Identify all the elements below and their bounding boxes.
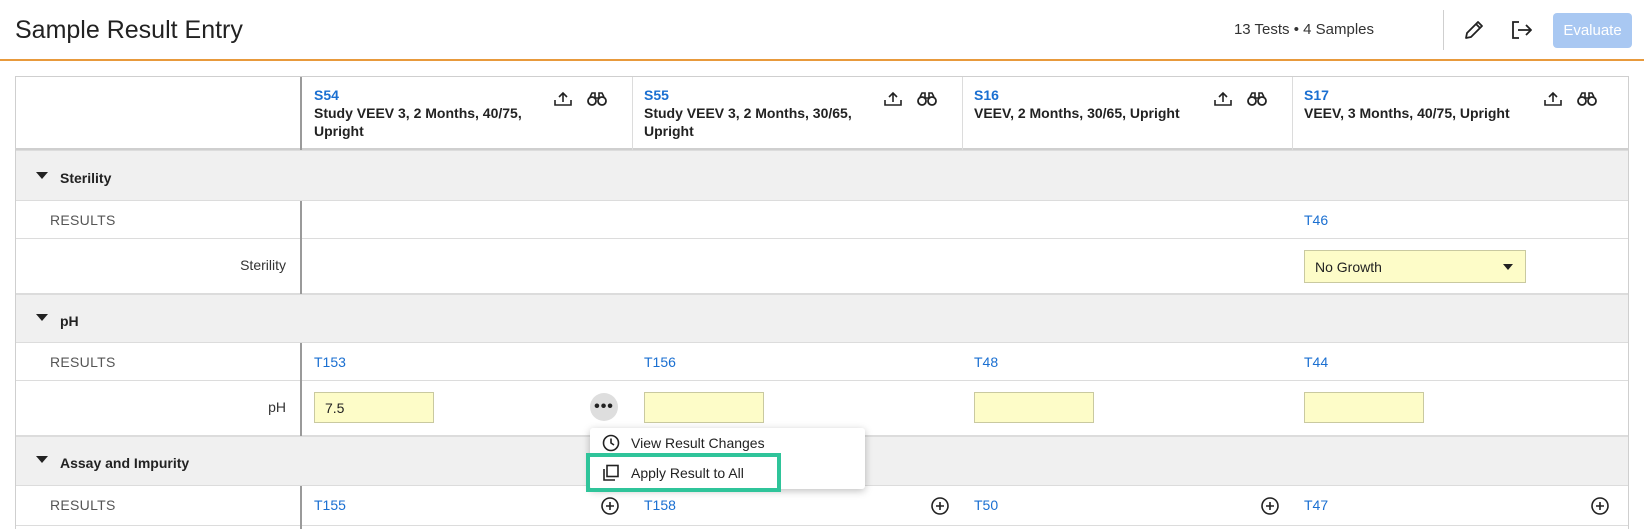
test-link[interactable]: T153 bbox=[314, 354, 346, 370]
page-title: Sample Result Entry bbox=[15, 16, 243, 44]
sample-column-header: S16 VEEV, 2 Months, 30/65, Upright bbox=[962, 77, 1292, 150]
label-column-divider bbox=[300, 486, 302, 529]
test-link[interactable]: T155 bbox=[314, 497, 346, 513]
column-divider bbox=[962, 77, 963, 150]
ph-value-input[interactable] bbox=[314, 392, 434, 423]
upload-icon[interactable] bbox=[1212, 89, 1234, 109]
sample-description: Study VEEV 3, 2 Months, 40/75, Upright bbox=[314, 105, 522, 139]
test-link[interactable]: T47 bbox=[1304, 497, 1328, 513]
sample-description: Study VEEV 3, 2 Months, 30/65, Upright bbox=[644, 105, 852, 139]
sample-column-header: S17 VEEV, 3 Months, 40/75, Upright bbox=[1292, 77, 1628, 150]
test-link[interactable]: T46 bbox=[1304, 212, 1328, 228]
results-label: RESULTS bbox=[50, 497, 116, 513]
sample-column-header: S54 Study VEEV 3, 2 Months, 40/75, Uprig… bbox=[302, 77, 632, 150]
sample-id-link[interactable]: S17 bbox=[1304, 87, 1329, 103]
column-divider bbox=[1292, 77, 1293, 150]
binoculars-icon[interactable] bbox=[586, 89, 608, 109]
top-bar: Sample Result Entry 13 Tests • 4 Samples… bbox=[0, 0, 1644, 61]
label-column-divider bbox=[300, 77, 302, 150]
more-options-icon[interactable]: ••• bbox=[590, 393, 618, 421]
add-circle-icon[interactable] bbox=[600, 496, 620, 516]
label-column-divider bbox=[300, 201, 302, 294]
sample-id-link[interactable]: S55 bbox=[644, 87, 669, 103]
column-divider bbox=[632, 77, 633, 150]
test-link[interactable]: T156 bbox=[644, 354, 676, 370]
history-icon bbox=[602, 434, 620, 452]
collapse-caret-icon[interactable] bbox=[36, 314, 48, 321]
results-row: RESULTS T46 bbox=[16, 201, 1628, 239]
test-link[interactable]: T158 bbox=[644, 497, 676, 513]
row-label: Sterility bbox=[240, 257, 286, 273]
pencil-icon[interactable] bbox=[1460, 16, 1488, 44]
binoculars-icon[interactable] bbox=[916, 89, 938, 109]
results-row: RESULTS T153 T156 T48 T44 bbox=[16, 343, 1628, 381]
section-title: pH bbox=[60, 313, 79, 329]
sign-out-icon[interactable] bbox=[1508, 16, 1536, 44]
result-entry-row: Sterility No Growth bbox=[16, 239, 1628, 294]
binoculars-icon[interactable] bbox=[1576, 89, 1598, 109]
add-circle-icon[interactable] bbox=[1590, 496, 1610, 516]
binoculars-icon[interactable] bbox=[1246, 89, 1268, 109]
test-link[interactable]: T48 bbox=[974, 354, 998, 370]
ph-value-input[interactable] bbox=[644, 392, 764, 423]
menu-item-label: View Result Changes bbox=[631, 435, 765, 451]
ph-value-input[interactable] bbox=[974, 392, 1094, 423]
test-sample-summary: 13 Tests • 4 Samples bbox=[1233, 21, 1374, 38]
upload-icon[interactable] bbox=[882, 89, 904, 109]
upload-icon[interactable] bbox=[1542, 89, 1564, 109]
section-header-ph[interactable]: pH bbox=[16, 294, 1628, 343]
results-row: RESULTS T155 T158 T50 T47 bbox=[16, 486, 1628, 526]
sterility-result-select[interactable]: No Growth bbox=[1304, 250, 1526, 283]
label-column-divider bbox=[300, 343, 302, 436]
test-link[interactable]: T50 bbox=[974, 497, 998, 513]
sample-description: VEEV, 2 Months, 30/65, Upright bbox=[974, 105, 1180, 121]
select-value: No Growth bbox=[1315, 259, 1382, 275]
grid-header-row: S54 Study VEEV 3, 2 Months, 40/75, Uprig… bbox=[16, 77, 1628, 150]
row-label: pH bbox=[268, 399, 286, 415]
sample-id-link[interactable]: S16 bbox=[974, 87, 999, 103]
ph-value-input[interactable] bbox=[1304, 392, 1424, 423]
sample-id-link[interactable]: S54 bbox=[314, 87, 339, 103]
section-header-sterility[interactable]: Sterility bbox=[16, 150, 1628, 201]
sample-column-header: S55 Study VEEV 3, 2 Months, 30/65, Uprig… bbox=[632, 77, 962, 150]
results-label: RESULTS bbox=[50, 354, 116, 370]
evaluate-button[interactable]: Evaluate bbox=[1553, 13, 1632, 48]
section-title: Sterility bbox=[60, 170, 112, 186]
add-circle-icon[interactable] bbox=[930, 496, 950, 516]
toolbar-divider bbox=[1443, 10, 1444, 50]
section-title: Assay and Impurity bbox=[60, 455, 190, 471]
test-link[interactable]: T44 bbox=[1304, 354, 1328, 370]
add-circle-icon[interactable] bbox=[1260, 496, 1280, 516]
upload-icon[interactable] bbox=[552, 89, 574, 109]
collapse-caret-icon[interactable] bbox=[36, 456, 48, 463]
chevron-down-icon bbox=[1503, 264, 1513, 270]
highlight-box bbox=[586, 453, 781, 492]
sample-description: VEEV, 3 Months, 40/75, Upright bbox=[1304, 105, 1510, 121]
results-label: RESULTS bbox=[50, 212, 116, 228]
collapse-caret-icon[interactable] bbox=[36, 172, 48, 179]
